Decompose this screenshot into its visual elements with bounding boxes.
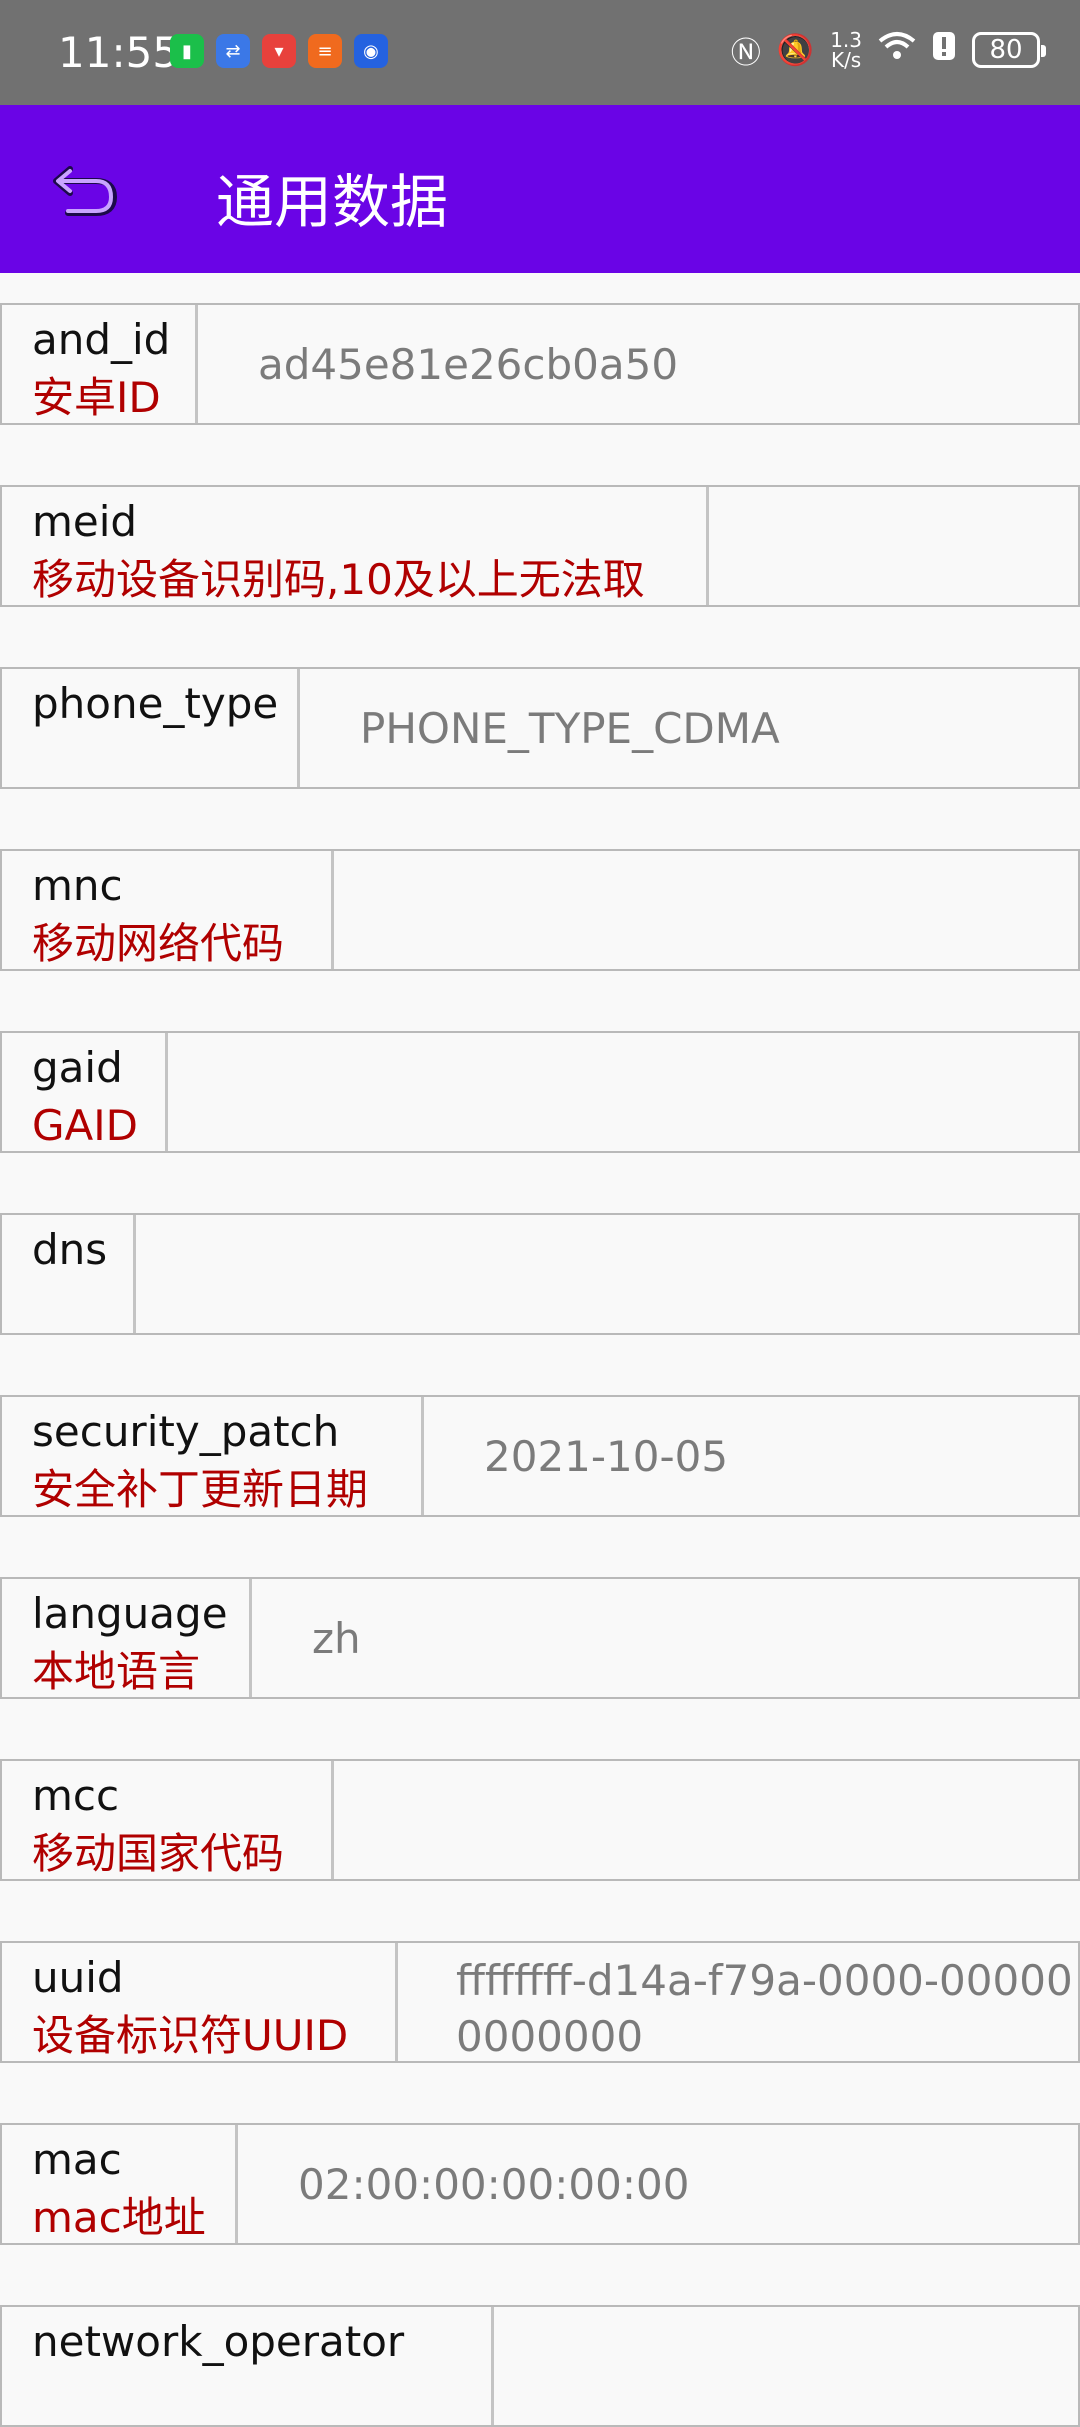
alert-icon: [932, 31, 956, 69]
row-value: PHONE_TYPE_CDMA: [360, 703, 780, 753]
list-item-security-patch: security_patch 安全补丁更新日期 2021-10-05: [0, 1395, 1080, 1517]
row-label: language 本地语言: [2, 1579, 252, 1697]
row-value: 2021-10-05: [484, 1431, 729, 1481]
row-label: mcc 移动国家代码: [2, 1761, 334, 1879]
row-description: 设备标识符UUID: [32, 2011, 349, 2060]
row-description: 本地语言: [32, 1647, 201, 1696]
list-item-and-id: and_id 安卓ID ad45e81e26cb0a50: [0, 303, 1080, 425]
row-description: 移动设备识别码,10及以上无法取: [32, 555, 645, 604]
row-key: meid: [32, 497, 138, 546]
row-key: and_id: [32, 315, 171, 364]
battery-icon: 80: [972, 32, 1046, 68]
list-item-mac: mac mac地址 02:00:00:00:00:00: [0, 2123, 1080, 2245]
row-key: phone_type: [32, 679, 279, 728]
row-label: network_operator: [2, 2307, 494, 2425]
row-value: ffffffff-d14a-f79a-0000-00000 0000000: [398, 1943, 1078, 2061]
row-label: mnc 移动网络代码: [2, 851, 334, 969]
list-item-meid: meid 移动设备识别码,10及以上无法取: [0, 485, 1080, 607]
mute-bell-icon: 🔕: [776, 32, 815, 68]
row-value: [168, 1033, 1078, 1151]
row-label: uuid 设备标识符UUID: [2, 1943, 398, 2061]
net-speed-unit: K/s: [830, 48, 862, 72]
wifi-icon: [878, 31, 916, 69]
status-right-icons: Ⓝ 🔕 1.3 K/s 80: [730, 28, 1046, 72]
row-value-line: ffffffff-d14a-f79a-0000-00000: [456, 1956, 1073, 2005]
list-item-uuid: uuid 设备标识符UUID ffffffff-d14a-f79a-0000-0…: [0, 1941, 1080, 2063]
row-key: uuid: [32, 1953, 124, 2002]
row-description: 安全补丁更新日期: [32, 1465, 369, 1514]
row-key: mnc: [32, 861, 123, 910]
battery-level: 80: [989, 35, 1023, 65]
row-value: [136, 1215, 1078, 1333]
row-value: ad45e81e26cb0a50: [258, 339, 679, 389]
row-label: meid 移动设备识别码,10及以上无法取: [2, 487, 709, 605]
row-label: mac mac地址: [2, 2125, 238, 2243]
row-key: mcc: [32, 1771, 120, 1820]
row-description: GAID: [32, 1101, 139, 1150]
row-value: [709, 487, 1078, 605]
row-description: 安卓ID: [32, 373, 161, 422]
row-value-line: 0000000: [456, 2012, 644, 2061]
row-value: [494, 2307, 1078, 2425]
app-notification-icon: ≡: [308, 34, 342, 68]
back-arrow-icon[interactable]: [48, 155, 128, 225]
battery-saver-app-icon: ▮: [170, 34, 204, 68]
row-value: [334, 851, 1078, 969]
list-item-gaid: gaid GAID: [0, 1031, 1080, 1153]
notification-icons: ▮ ⇄ ▾ ≡ ◉: [170, 34, 388, 68]
row-key: gaid: [32, 1043, 123, 1092]
status-bar: 11:55 ▮ ⇄ ▾ ≡ ◉ Ⓝ 🔕 1.3 K/s 80: [0, 0, 1080, 105]
row-key: language: [32, 1589, 228, 1638]
row-key: mac: [32, 2135, 122, 2184]
row-key: dns: [32, 1225, 108, 1274]
row-value: 02:00:00:00:00:00: [298, 2159, 690, 2209]
list-item-language: language 本地语言 zh: [0, 1577, 1080, 1699]
row-description: 移动网络代码: [32, 919, 285, 968]
row-description: mac地址: [32, 2193, 206, 2242]
app-bar: 通用数据: [0, 105, 1080, 273]
list-item-mcc: mcc 移动国家代码: [0, 1759, 1080, 1881]
status-time: 11:55: [58, 28, 180, 77]
list-item-network-operator: network_operator: [0, 2305, 1080, 2427]
row-description: 移动国家代码: [32, 1829, 285, 1878]
page-title: 通用数据: [216, 168, 449, 236]
row-value: zh: [312, 1613, 361, 1663]
row-label: phone_type: [2, 669, 300, 787]
row-label: gaid GAID: [2, 1033, 168, 1151]
row-label: and_id 安卓ID: [2, 305, 198, 423]
row-value: [334, 1761, 1078, 1879]
row-label: security_patch 安全补丁更新日期: [2, 1397, 424, 1515]
usb-icon: ⇄: [216, 34, 250, 68]
list-item-dns: dns: [0, 1213, 1080, 1335]
lightbulb-app-icon: ◉: [354, 34, 388, 68]
network-speed: 1.3 K/s: [830, 30, 862, 70]
row-key: network_operator: [32, 2317, 405, 2366]
row-label: dns: [2, 1215, 136, 1333]
list-item-mnc: mnc 移动网络代码: [0, 849, 1080, 971]
list-item-phone-type: phone_type PHONE_TYPE_CDMA: [0, 667, 1080, 789]
store-app-icon: ▾: [262, 34, 296, 68]
row-key: security_patch: [32, 1407, 340, 1456]
nfc-icon: Ⓝ: [730, 36, 761, 71]
